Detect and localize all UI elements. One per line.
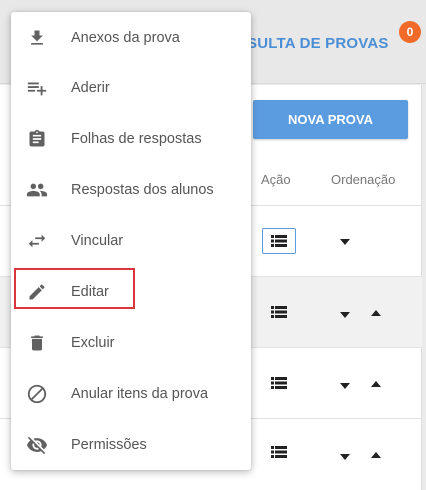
- menu-item-label: Excluir: [71, 335, 115, 351]
- trash-icon: [26, 332, 48, 354]
- row-actions-button[interactable]: [262, 299, 296, 325]
- menu-item-label: Anular itens da prova: [71, 386, 209, 402]
- menu-item-permissions[interactable]: Permissões: [11, 423, 251, 467]
- notification-badge[interactable]: 0: [399, 21, 421, 43]
- move-down-icon[interactable]: [340, 239, 350, 245]
- actions-menu: Anexos da prova Aderir Folhas de respost…: [11, 12, 251, 470]
- clipboard-icon: [26, 128, 48, 150]
- list-icon: [271, 306, 287, 318]
- menu-item-label: Permissões: [71, 437, 147, 453]
- menu-item-void-items[interactable]: Anular itens da prova: [11, 372, 251, 416]
- page-title: SULTA DE PROVAS: [247, 35, 389, 52]
- eye-off-icon: [26, 434, 48, 456]
- column-header-action: Ação: [261, 172, 291, 187]
- menu-item-student-answers[interactable]: Respostas dos alunos: [11, 168, 251, 212]
- people-icon: [26, 179, 48, 201]
- new-exam-button[interactable]: NOVA PROVA: [253, 100, 408, 139]
- menu-item-join[interactable]: Aderir: [11, 66, 251, 110]
- menu-item-label: Respostas dos alunos: [71, 182, 214, 198]
- move-up-icon[interactable]: [371, 381, 381, 387]
- move-down-icon[interactable]: [340, 312, 350, 318]
- menu-item-answer-sheets[interactable]: Folhas de respostas: [11, 117, 251, 161]
- row-actions-button[interactable]: [262, 439, 296, 465]
- row-actions-button[interactable]: [262, 228, 296, 254]
- row-actions-button[interactable]: [262, 370, 296, 396]
- playlist-add-icon: [26, 77, 48, 99]
- download-icon: [26, 27, 48, 49]
- block-icon: [26, 383, 48, 405]
- list-icon: [271, 446, 287, 458]
- move-up-icon[interactable]: [371, 452, 381, 458]
- menu-item-link[interactable]: Vincular: [11, 219, 251, 263]
- column-header-order[interactable]: Ordenação: [331, 172, 395, 187]
- menu-item-delete[interactable]: Excluir: [11, 321, 251, 365]
- list-icon: [271, 235, 287, 247]
- list-icon: [271, 377, 287, 389]
- move-up-icon[interactable]: [371, 310, 381, 316]
- menu-item-label: Folhas de respostas: [71, 131, 202, 147]
- menu-item-attachments[interactable]: Anexos da prova: [11, 16, 251, 60]
- move-down-icon[interactable]: [340, 454, 350, 460]
- edit-highlight-box: [14, 268, 135, 309]
- menu-item-label: Vincular: [71, 233, 124, 249]
- move-down-icon[interactable]: [340, 383, 350, 389]
- menu-item-label: Aderir: [71, 80, 110, 96]
- swap-horiz-icon: [26, 230, 48, 252]
- menu-item-label: Anexos da prova: [71, 30, 180, 46]
